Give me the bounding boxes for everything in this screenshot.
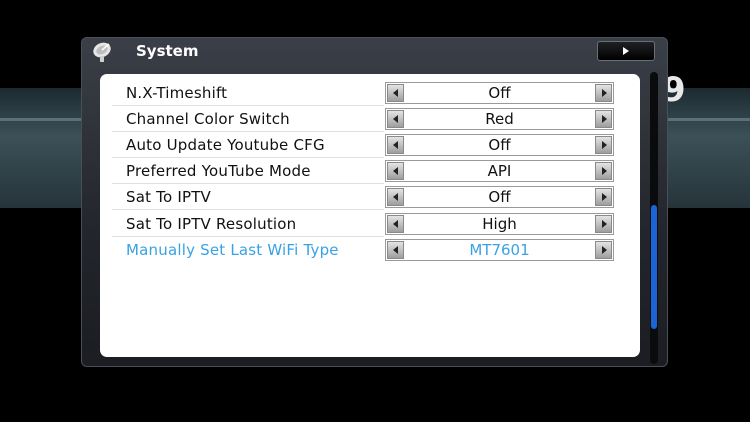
play-icon xyxy=(623,47,629,55)
arrow-left-button[interactable] xyxy=(387,162,404,180)
value-selector[interactable]: Off xyxy=(385,82,614,104)
arrow-right-button[interactable] xyxy=(595,162,612,180)
arrow-left-button[interactable] xyxy=(387,84,404,102)
setting-value: Red xyxy=(485,110,514,128)
satellite-dish-icon xyxy=(93,42,111,62)
setting-row-sat-to-iptv[interactable]: Sat To IPTV Off xyxy=(100,184,620,210)
setting-label: Sat To IPTV Resolution xyxy=(126,215,297,233)
setting-value: Off xyxy=(488,136,511,154)
row-divider xyxy=(112,209,384,210)
setting-row-channel-color-switch[interactable]: Channel Color Switch Red xyxy=(100,106,620,132)
value-selector[interactable]: Off xyxy=(385,134,614,156)
chevron-right-icon xyxy=(602,115,607,123)
value-selector[interactable]: Red xyxy=(385,108,614,130)
chevron-right-icon xyxy=(602,193,607,201)
play-button[interactable] xyxy=(597,41,655,61)
arrow-left-button[interactable] xyxy=(387,188,404,206)
chevron-left-icon xyxy=(393,167,398,175)
setting-label: Manually Set Last WiFi Type xyxy=(126,241,339,259)
arrow-right-button[interactable] xyxy=(595,241,612,259)
chevron-right-icon xyxy=(602,246,607,254)
setting-value: Off xyxy=(488,188,511,206)
chevron-left-icon xyxy=(393,246,398,254)
arrow-right-button[interactable] xyxy=(595,84,612,102)
arrow-right-button[interactable] xyxy=(595,215,612,233)
setting-row-manually-set-last-wifi-type[interactable]: Manually Set Last WiFi Type MT7601 xyxy=(100,237,620,263)
value-selector[interactable]: API xyxy=(385,160,614,182)
value-selector[interactable]: Off xyxy=(385,186,614,208)
arrow-left-button[interactable] xyxy=(387,241,404,259)
arrow-left-button[interactable] xyxy=(387,215,404,233)
setting-row-preferred-youtube-mode[interactable]: Preferred YouTube Mode API xyxy=(100,158,620,184)
chevron-right-icon xyxy=(602,89,607,97)
setting-label: N.X-Timeshift xyxy=(126,84,228,102)
setting-label: Preferred YouTube Mode xyxy=(126,162,311,180)
window-title: System xyxy=(136,42,199,60)
chevron-right-icon xyxy=(602,141,607,149)
setting-row-nx-timeshift[interactable]: N.X-Timeshift Off xyxy=(100,80,620,106)
title-bar: System xyxy=(81,37,668,67)
chevron-left-icon xyxy=(393,115,398,123)
value-selector[interactable]: MT7601 xyxy=(385,239,614,261)
setting-row-sat-to-iptv-resolution[interactable]: Sat To IPTV Resolution High xyxy=(100,211,620,237)
chevron-left-icon xyxy=(393,89,398,97)
chevron-left-icon xyxy=(393,193,398,201)
setting-row-auto-update-youtube-cfg[interactable]: Auto Update Youtube CFG Off xyxy=(100,132,620,158)
scrollbar-thumb[interactable] xyxy=(651,205,657,329)
setting-label: Sat To IPTV xyxy=(126,188,212,206)
arrow-left-button[interactable] xyxy=(387,110,404,128)
chevron-right-icon xyxy=(602,167,607,175)
setting-value: Off xyxy=(488,84,511,102)
system-settings-window: System N.X-Timeshift Off Channel Color S… xyxy=(81,37,668,367)
arrow-left-button[interactable] xyxy=(387,136,404,154)
settings-list: N.X-Timeshift Off Channel Color Switch R… xyxy=(100,74,640,357)
setting-value: API xyxy=(487,162,512,180)
arrow-right-button[interactable] xyxy=(595,188,612,206)
setting-label: Channel Color Switch xyxy=(126,110,290,128)
setting-label: Auto Update Youtube CFG xyxy=(126,136,325,154)
chevron-left-icon xyxy=(393,141,398,149)
chevron-right-icon xyxy=(602,220,607,228)
arrow-right-button[interactable] xyxy=(595,136,612,154)
scrollbar[interactable] xyxy=(650,72,658,364)
setting-value: High xyxy=(482,215,517,233)
arrow-right-button[interactable] xyxy=(595,110,612,128)
setting-value: MT7601 xyxy=(469,241,530,259)
value-selector[interactable]: High xyxy=(385,213,614,235)
chevron-left-icon xyxy=(393,220,398,228)
